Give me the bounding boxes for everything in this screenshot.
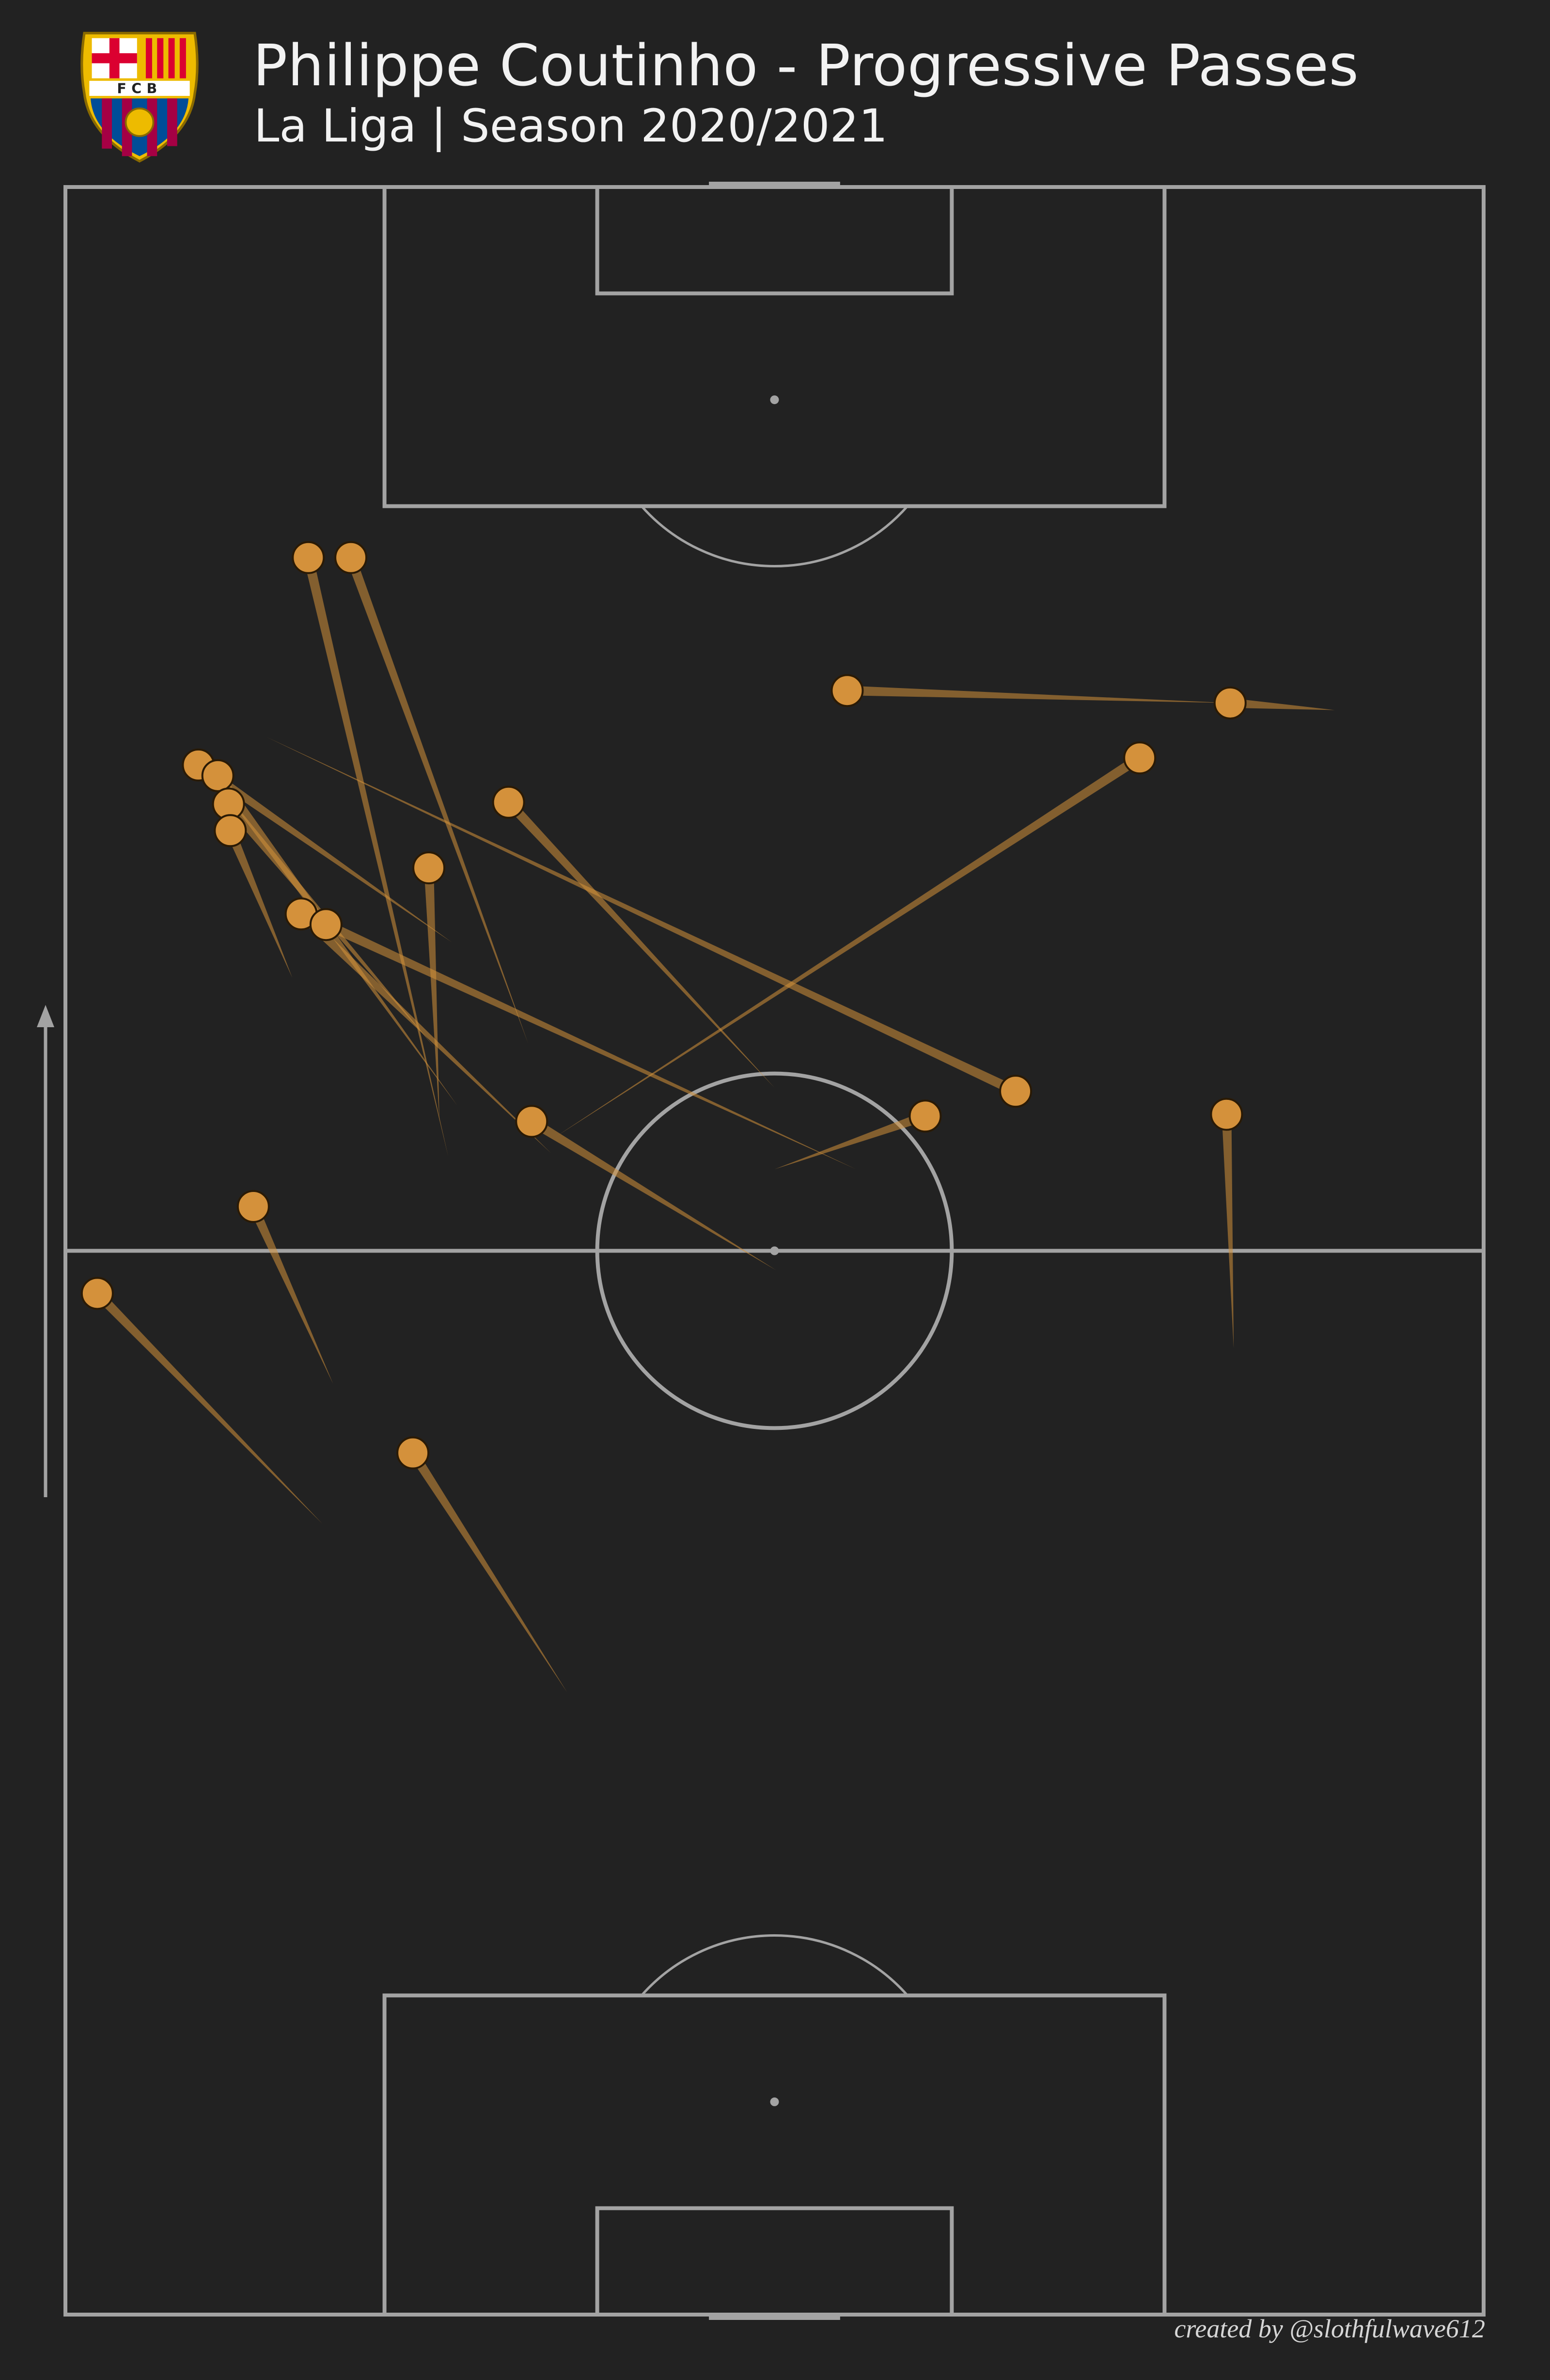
pass-line-17 bbox=[266, 736, 1018, 1096]
pass-line-6 bbox=[505, 799, 775, 1088]
pass-lines bbox=[94, 556, 1335, 1692]
pass-line-10 bbox=[226, 829, 293, 978]
pass-line-14 bbox=[1221, 1114, 1234, 1348]
pass-start-point-14 bbox=[1210, 1097, 1243, 1131]
penalty-arc-bottom bbox=[641, 1934, 908, 1997]
pass-start-point-19 bbox=[80, 1277, 114, 1310]
pass-start-point-2 bbox=[334, 541, 368, 574]
pass-line-3 bbox=[847, 686, 1230, 703]
credit-text: created by @slothfulwave612 bbox=[1174, 2314, 1485, 2343]
pass-line-13 bbox=[324, 920, 856, 1170]
pass-line-15 bbox=[774, 1111, 927, 1170]
pass-start-point-20 bbox=[396, 1436, 430, 1470]
penalty-area-top bbox=[382, 185, 1167, 508]
penalty-arc-top bbox=[641, 505, 908, 567]
pass-start-point-16 bbox=[515, 1105, 548, 1138]
centre-spot bbox=[770, 1246, 779, 1255]
pass-line-16 bbox=[529, 1117, 777, 1270]
pass-line-12 bbox=[297, 910, 551, 1154]
penalty-spot-bottom bbox=[770, 2097, 779, 2106]
pass-start-point-3 bbox=[830, 674, 864, 707]
pass-start-point-1 bbox=[292, 541, 325, 574]
pass-line-18 bbox=[249, 1204, 333, 1384]
pass-start-point-8 bbox=[201, 759, 235, 792]
pass-start-point-4 bbox=[1213, 686, 1247, 720]
six-yard-box-top bbox=[595, 185, 954, 296]
pass-start-points bbox=[80, 541, 1247, 1470]
pass-start-point-5 bbox=[1123, 741, 1157, 775]
pitch bbox=[37, 182, 1486, 2320]
pass-start-point-6 bbox=[492, 785, 525, 819]
pass-line-20 bbox=[408, 1450, 567, 1692]
direction-arrow-head bbox=[37, 1005, 54, 1027]
pass-line-19 bbox=[94, 1290, 323, 1524]
pitch-markings bbox=[63, 182, 1486, 2320]
pass-start-point-17 bbox=[999, 1075, 1033, 1108]
pass-start-point-11 bbox=[412, 851, 446, 885]
pass-start-point-13 bbox=[309, 908, 343, 941]
pass-start-point-10 bbox=[214, 814, 247, 847]
pass-start-point-18 bbox=[236, 1190, 270, 1223]
penalty-area-bottom bbox=[382, 1993, 1167, 2317]
penalty-spot-top bbox=[770, 395, 779, 405]
six-yard-box-bottom bbox=[595, 2206, 954, 2317]
direction-arrow bbox=[37, 1005, 54, 1497]
pass-line-8 bbox=[214, 772, 457, 1106]
pass-start-point-15 bbox=[908, 1099, 942, 1133]
